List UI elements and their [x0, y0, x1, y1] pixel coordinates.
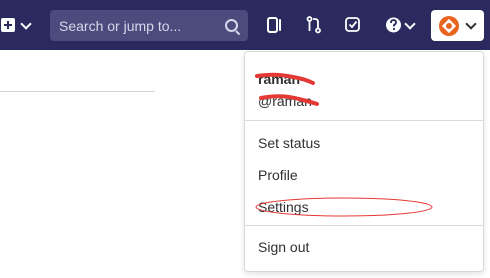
user-dropdown-menu: raman @raman Set status Profile Settings…	[244, 51, 484, 272]
redaction-mark	[255, 72, 315, 85]
top-navbar	[0, 0, 490, 50]
plus-square-icon	[1, 18, 15, 32]
sidebar-panel-icon[interactable]	[266, 15, 284, 35]
search-box[interactable]	[50, 10, 248, 41]
set-status-item[interactable]: Set status	[258, 135, 320, 151]
help-icon[interactable]	[385, 15, 403, 35]
sign-out-item[interactable]: Sign out	[258, 239, 309, 255]
chevron-down-icon[interactable]	[404, 18, 416, 30]
redaction-mark	[259, 94, 319, 106]
chevron-down-icon	[465, 18, 477, 30]
annotation-ellipse	[255, 197, 433, 217]
search-input[interactable]	[50, 10, 220, 41]
content-divider	[0, 91, 155, 92]
search-icon	[225, 19, 238, 32]
menu-divider	[245, 120, 483, 121]
new-item-button[interactable]	[0, 14, 36, 36]
chevron-down-icon	[20, 18, 32, 30]
todo-check-icon[interactable]	[344, 15, 362, 35]
user-menu-toggle[interactable]	[431, 10, 484, 41]
avatar	[439, 16, 459, 36]
profile-item[interactable]: Profile	[258, 167, 298, 183]
merge-request-icon[interactable]	[305, 15, 323, 35]
menu-divider	[245, 225, 483, 226]
